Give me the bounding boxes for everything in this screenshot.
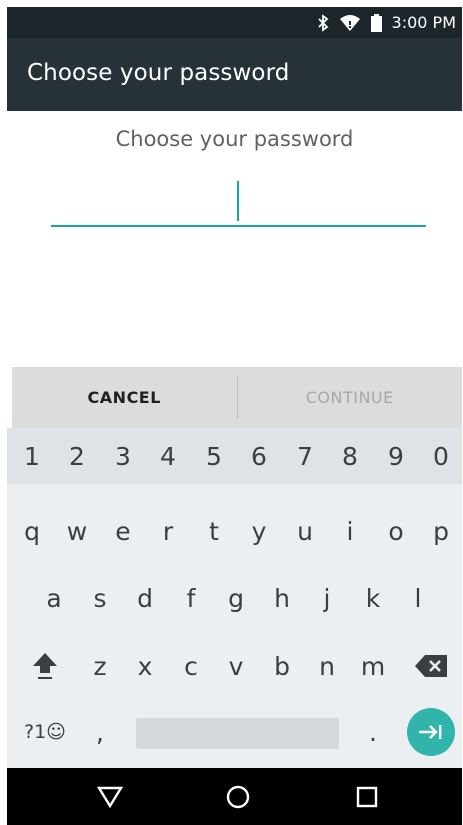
key-1[interactable]: 1: [12, 428, 52, 484]
go-button[interactable]: [407, 708, 455, 756]
key-x[interactable]: x: [125, 638, 165, 694]
key-k[interactable]: k: [353, 570, 393, 626]
key-b[interactable]: b: [262, 638, 302, 694]
key-v[interactable]: v: [216, 638, 256, 694]
cancel-button[interactable]: CANCEL: [12, 367, 237, 428]
key-g[interactable]: g: [216, 570, 256, 626]
shift-key[interactable]: [25, 638, 65, 694]
key-0[interactable]: 0: [421, 428, 461, 484]
password-prompt: Choose your password: [115, 127, 354, 151]
key-i[interactable]: i: [330, 503, 370, 559]
screen: 3:00 PM Choose your password Choose your…: [7, 7, 462, 825]
password-underline: [51, 225, 426, 227]
key-y[interactable]: y: [239, 503, 279, 559]
key-s[interactable]: s: [80, 570, 120, 626]
key-f[interactable]: f: [171, 570, 211, 626]
symbols-key[interactable]: ?1☺: [15, 704, 75, 760]
space-bar[interactable]: [136, 718, 339, 749]
key-o[interactable]: o: [376, 503, 416, 559]
text-cursor: [237, 181, 239, 221]
shift-icon: [33, 653, 57, 679]
recents-square-icon: [356, 786, 378, 808]
enter-arrow-icon: [419, 725, 442, 739]
key-q[interactable]: q: [12, 503, 52, 559]
wifi-icon: [339, 14, 361, 32]
key-9[interactable]: 9: [376, 428, 416, 484]
navigation-bar: [7, 768, 462, 825]
key-l[interactable]: l: [398, 570, 438, 626]
home-circle-icon: [226, 785, 250, 809]
key-w[interactable]: w: [57, 503, 97, 559]
app-bar: Choose your password: [7, 38, 462, 111]
backspace-key[interactable]: [411, 638, 451, 694]
continue-button[interactable]: CONTINUE: [238, 367, 463, 428]
battery-icon: [370, 13, 382, 32]
key-a[interactable]: a: [34, 570, 74, 626]
key-p[interactable]: p: [421, 503, 461, 559]
key-z[interactable]: z: [80, 638, 120, 694]
key-r[interactable]: r: [148, 503, 188, 559]
key-m[interactable]: m: [353, 638, 393, 694]
key-t[interactable]: t: [194, 503, 234, 559]
key-2[interactable]: 2: [57, 428, 97, 484]
key-e[interactable]: e: [103, 503, 143, 559]
backspace-icon: [415, 655, 447, 677]
key-3[interactable]: 3: [103, 428, 143, 484]
key-d[interactable]: d: [125, 570, 165, 626]
key-comma[interactable]: ,: [80, 704, 120, 760]
bluetooth-icon: [317, 13, 329, 32]
status-icons: 3:00 PM: [317, 7, 456, 38]
recents-button[interactable]: [352, 782, 382, 812]
app-title: Choose your password: [27, 60, 290, 86]
key-j[interactable]: j: [307, 570, 347, 626]
key-h[interactable]: h: [262, 570, 302, 626]
key-u[interactable]: u: [285, 503, 325, 559]
key-period[interactable]: .: [353, 704, 393, 760]
key-5[interactable]: 5: [194, 428, 234, 484]
key-4[interactable]: 4: [148, 428, 188, 484]
key-c[interactable]: c: [171, 638, 211, 694]
key-7[interactable]: 7: [285, 428, 325, 484]
back-button[interactable]: [95, 782, 125, 812]
key-6[interactable]: 6: [239, 428, 279, 484]
number-row: 1 2 3 4 5 6 7 8 9 0: [7, 428, 462, 484]
key-n[interactable]: n: [307, 638, 347, 694]
key-8[interactable]: 8: [330, 428, 370, 484]
soft-keyboard: 1 2 3 4 5 6 7 8 9 0 q w e r t y u i o p …: [7, 428, 462, 768]
status-bar: 3:00 PM: [7, 7, 462, 38]
home-button[interactable]: [223, 782, 253, 812]
action-buttons: CANCEL CONTINUE: [12, 367, 462, 428]
back-triangle-icon: [97, 786, 123, 808]
clock: 3:00 PM: [391, 13, 456, 32]
